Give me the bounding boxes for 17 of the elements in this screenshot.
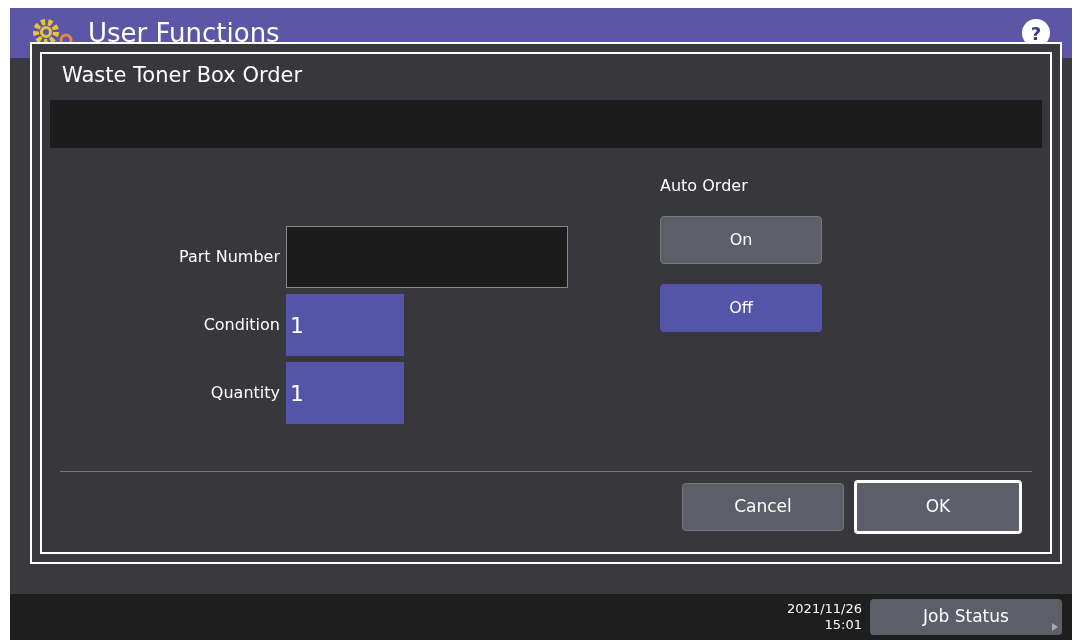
- toggle-button[interactable]: On: [660, 216, 822, 264]
- field-label: Condition: [202, 314, 281, 336]
- field-label: Part Number: [178, 246, 281, 268]
- dialog-title: Waste Toner Box Order: [61, 62, 304, 89]
- time-text: 15:01: [824, 617, 862, 634]
- triangle-icon: [1052, 623, 1058, 631]
- number-field[interactable]: 1: [286, 294, 404, 356]
- dialog-button[interactable]: OK: [854, 480, 1022, 534]
- part-number-field[interactable]: [286, 226, 568, 288]
- number-field[interactable]: 1: [286, 362, 404, 424]
- dialog-button[interactable]: Cancel: [682, 483, 844, 531]
- auto-order-label: Auto Order: [660, 175, 749, 196]
- header-title: User Functions: [88, 16, 280, 50]
- date-text: 2021/11/26: [787, 600, 862, 617]
- field-label: Quantity: [209, 382, 281, 404]
- job-status-button[interactable]: Job Status: [870, 599, 1062, 635]
- toggle-button[interactable]: Off: [660, 284, 822, 332]
